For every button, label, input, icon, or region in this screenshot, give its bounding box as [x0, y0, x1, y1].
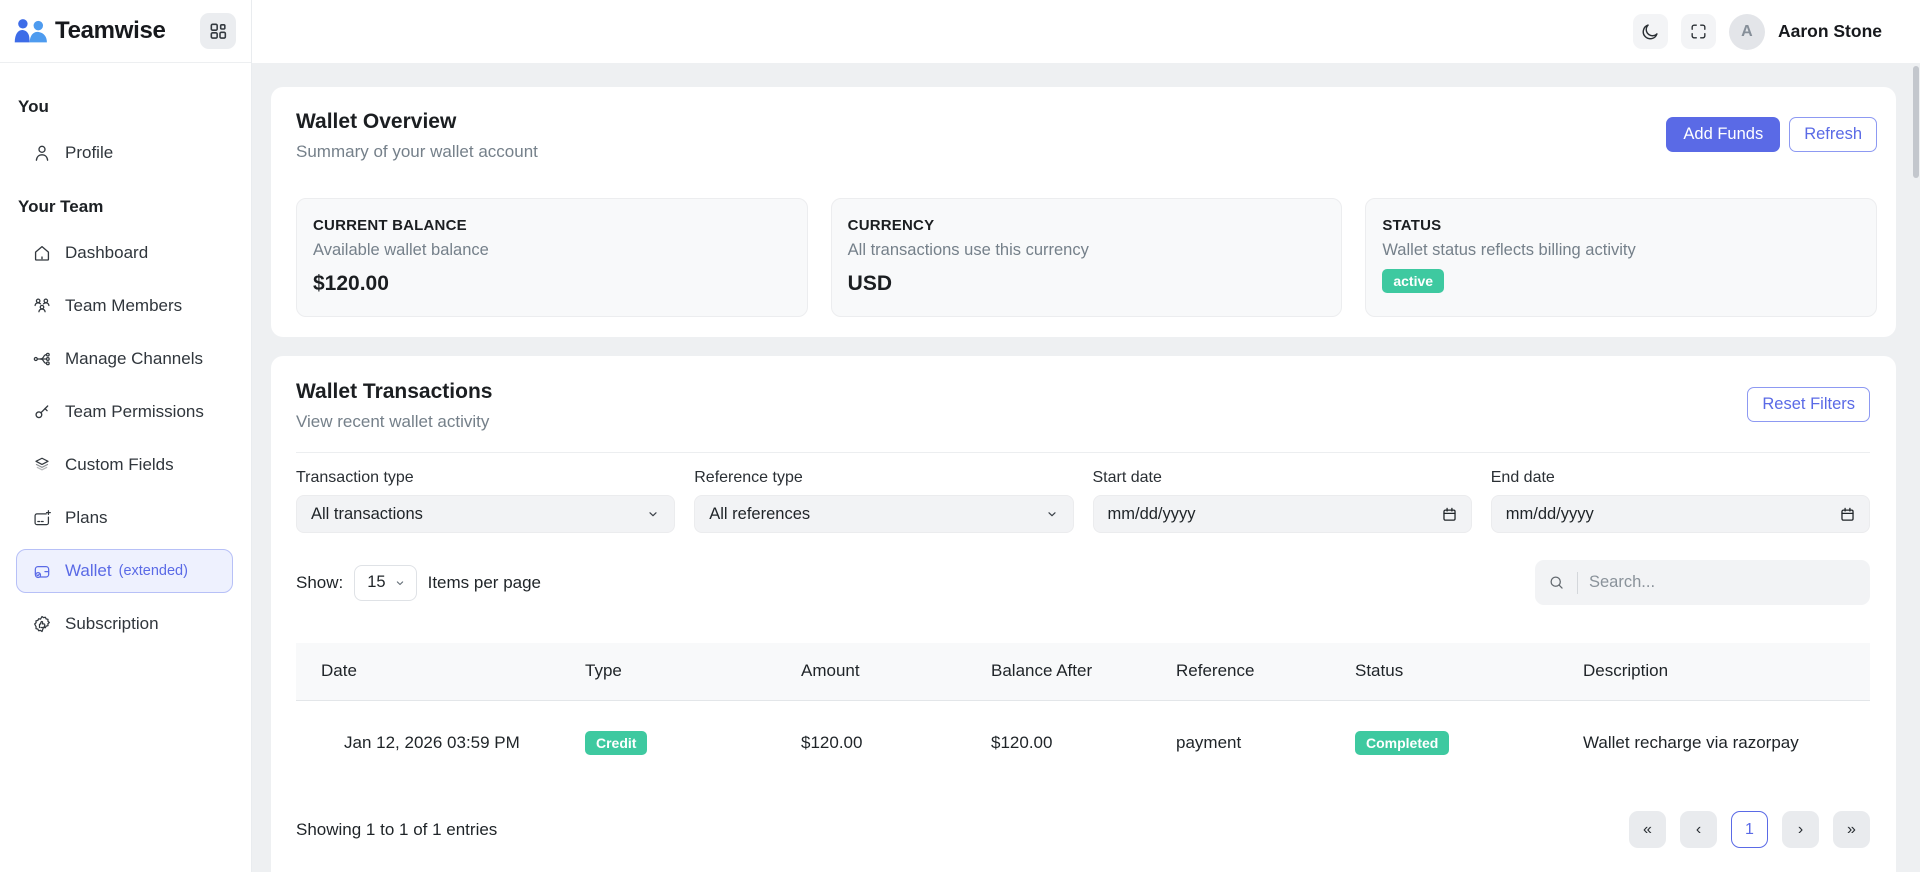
- sidebar-item-dashboard[interactable]: Dashboard: [16, 231, 233, 275]
- wallet-extended-suffix: (extended): [118, 563, 188, 579]
- scrollbar-thumb[interactable]: [1913, 66, 1919, 178]
- col-balance-after: Balance After: [966, 643, 1151, 701]
- sidebar-header: Teamwise: [0, 0, 251, 63]
- fullscreen-button[interactable]: [1680, 14, 1716, 49]
- col-status: Status: [1330, 643, 1558, 701]
- search-icon: [1547, 573, 1566, 592]
- sidebar-item-plans[interactable]: Plans: [16, 496, 233, 540]
- page-size-select[interactable]: 15: [354, 564, 417, 601]
- home-icon: [32, 243, 52, 263]
- search-box: [1535, 560, 1870, 605]
- reset-filters-button[interactable]: Reset Filters: [1747, 387, 1870, 422]
- calendar-icon[interactable]: [1839, 506, 1856, 523]
- page-1-button[interactable]: 1: [1731, 811, 1768, 848]
- table-row: Jan 12, 2026 03:59 PM Credit $120.00 $12…: [296, 700, 1870, 786]
- content: Wallet Overview Summary of your wallet a…: [252, 63, 1920, 872]
- channels-icon: [32, 349, 52, 369]
- calendar-icon[interactable]: [1441, 506, 1458, 523]
- search-divider: [1577, 571, 1578, 594]
- current-balance-card: CURRENT BALANCE Available wallet balance…: [296, 198, 808, 317]
- entries-summary: Showing 1 to 1 of 1 entries: [296, 819, 498, 839]
- user-icon: [32, 143, 52, 163]
- col-amount: Amount: [776, 643, 966, 701]
- type-badge: Credit: [585, 731, 648, 756]
- table-header-row: Date Type Amount Balance After Reference…: [296, 643, 1870, 701]
- add-funds-button[interactable]: Add Funds: [1666, 117, 1781, 152]
- user-name: Aaron Stone: [1777, 21, 1882, 41]
- app-root: Teamwise You Profile Your Team Dashboard…: [0, 0, 1920, 872]
- refresh-button[interactable]: Refresh: [1789, 117, 1877, 152]
- transactions-title: Wallet Transactions: [296, 380, 493, 403]
- sidebar-item-custom-fields[interactable]: Custom Fields: [16, 443, 233, 487]
- chevron-down-icon: [1044, 506, 1060, 522]
- topbar: A Aaron Stone: [252, 0, 1920, 63]
- balance-value: $120.00: [313, 272, 389, 295]
- prev-page-button[interactable]: ‹: [1680, 811, 1717, 848]
- cell-description: Wallet recharge via razorpay: [1583, 733, 1799, 753]
- wallet-transactions-panel: Wallet Transactions View recent wallet a…: [271, 356, 1896, 872]
- rosette-icon: [32, 614, 52, 634]
- show-label: Show:: [296, 572, 344, 592]
- next-page-button[interactable]: ›: [1782, 811, 1819, 848]
- sidebar-nav: You Profile Your Team Dashboard Team Mem…: [0, 63, 251, 646]
- dark-mode-button[interactable]: [1632, 14, 1668, 49]
- cell-status: Completed: [1330, 700, 1558, 786]
- apps-grid-button[interactable]: [200, 13, 236, 49]
- cell-amount: $120.00: [801, 733, 863, 753]
- status-badge: active: [1382, 269, 1445, 294]
- last-page-button[interactable]: »: [1833, 811, 1870, 848]
- row-status-badge: Completed: [1355, 731, 1450, 756]
- chevron-down-icon: [645, 506, 661, 522]
- sidebar-item-manage-channels[interactable]: Manage Channels: [16, 337, 233, 381]
- wallet-icon: [32, 561, 52, 581]
- key-icon: [32, 402, 52, 422]
- sidebar-item-team-members[interactable]: Team Members: [16, 284, 233, 328]
- fullscreen-icon: [1689, 22, 1708, 41]
- card-plus-icon: [32, 508, 52, 528]
- currency-value: USD: [847, 272, 893, 295]
- transactions-subtitle: View recent wallet activity: [296, 412, 490, 431]
- currency-card: CURRENCY All transactions use this curre…: [830, 198, 1343, 317]
- transactions-table: Date Type Amount Balance After Reference…: [296, 643, 1870, 786]
- wallet-overview-panel: Wallet Overview Summary of your wallet a…: [271, 87, 1896, 337]
- sidebar-item-subscription[interactable]: Subscription: [16, 602, 233, 646]
- page-subtitle: Summary of your wallet account: [296, 142, 538, 161]
- sidebar-item-profile[interactable]: Profile: [16, 131, 233, 175]
- users-icon: [32, 296, 52, 316]
- start-date-input[interactable]: mm/dd/yyyy: [1092, 495, 1472, 533]
- pagination: « ‹ 1 › »: [1629, 811, 1870, 848]
- teamwise-logo-icon: [13, 17, 50, 46]
- brand-name: Teamwise: [55, 17, 166, 44]
- main-area: A Aaron Stone Wallet Overview Summary of…: [252, 0, 1920, 872]
- col-type: Type: [560, 643, 776, 701]
- cell-type: Credit: [560, 700, 776, 786]
- sidebar-item-team-permissions[interactable]: Team Permissions: [16, 390, 233, 434]
- search-input[interactable]: [1589, 573, 1858, 592]
- cell-reference: payment: [1176, 733, 1242, 753]
- avatar[interactable]: A: [1728, 13, 1765, 50]
- moon-icon: [1640, 22, 1660, 42]
- grid-icon: [208, 21, 228, 41]
- col-reference: Reference: [1151, 643, 1330, 701]
- first-page-button[interactable]: «: [1629, 811, 1666, 848]
- page-title: Wallet Overview: [296, 110, 457, 133]
- reference-type-select[interactable]: All references: [694, 495, 1074, 533]
- end-date-input[interactable]: mm/dd/yyyy: [1490, 495, 1870, 533]
- brand-logo[interactable]: Teamwise: [13, 17, 166, 46]
- status-card: STATUS Wallet status reflects billing ac…: [1365, 198, 1878, 317]
- sidebar-item-wallet[interactable]: Wallet (extended): [16, 549, 233, 593]
- sidebar-section-you: You: [18, 97, 49, 116]
- layers-icon: [32, 455, 52, 475]
- col-description: Description: [1558, 643, 1870, 701]
- cell-balance-after: $120.00: [991, 733, 1053, 753]
- sidebar: Teamwise You Profile Your Team Dashboard…: [0, 0, 252, 872]
- chevron-down-icon: [393, 576, 407, 590]
- cell-date: Jan 12, 2026 03:59 PM: [344, 733, 520, 753]
- transaction-type-select[interactable]: All transactions: [296, 495, 676, 533]
- items-per-page-label: Items per page: [427, 572, 542, 592]
- sidebar-section-your-team: Your Team: [18, 197, 104, 216]
- col-date: Date: [296, 643, 560, 701]
